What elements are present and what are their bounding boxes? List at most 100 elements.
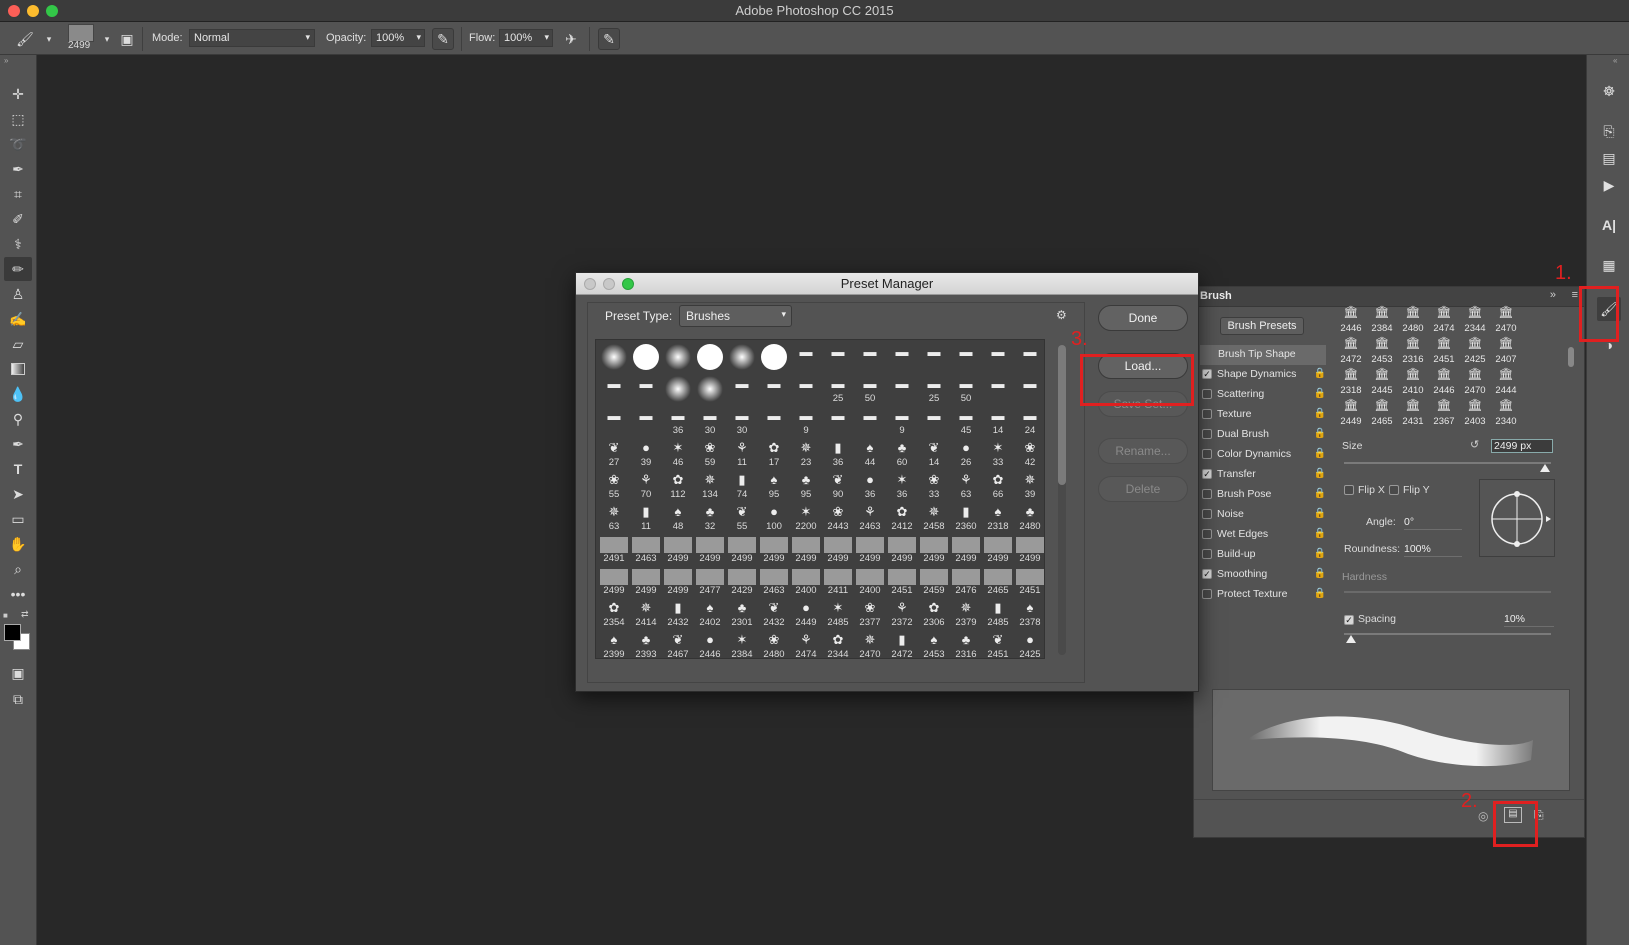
brush-preset-item[interactable]: 2499: [630, 567, 662, 599]
brush-preset-item[interactable]: ❀ 2443: [822, 503, 854, 535]
brush-preset-item[interactable]: ▬: [886, 343, 918, 375]
flip-y-checkbox[interactable]: [1389, 485, 1399, 495]
checkbox[interactable]: ✓: [1202, 569, 1212, 579]
roundness-input[interactable]: 100%: [1404, 543, 1462, 557]
foreground-color-swatch[interactable]: [4, 624, 21, 641]
quick-selection-tool-icon[interactable]: ✒: [4, 157, 32, 181]
brush-preset-item[interactable]: ▬ 36: [662, 407, 694, 439]
brush-tip-item[interactable]: 🏛 2451: [1428, 336, 1460, 367]
brush-preset-item[interactable]: 2499: [918, 535, 950, 567]
history-brush-tool-icon[interactable]: ✍: [4, 307, 32, 331]
brush-preset-item[interactable]: ▬ 30: [694, 407, 726, 439]
option-wet-edges[interactable]: Wet Edges 🔒: [1200, 525, 1326, 545]
lasso-tool-icon[interactable]: ➰: [4, 132, 32, 156]
option-protect-texture[interactable]: Protect Texture 🔒: [1200, 585, 1326, 605]
quick-mask-icon[interactable]: ▣: [4, 661, 32, 685]
brush-preset-item[interactable]: 2400: [854, 567, 886, 599]
brush-preset-item[interactable]: ▮ 2360: [950, 503, 982, 535]
brush-preset-item[interactable]: ♣ 32: [694, 503, 726, 535]
brush-preset-item[interactable]: ⚘ 2463: [854, 503, 886, 535]
brush-preset-item[interactable]: ✶ 46: [662, 439, 694, 471]
brush-preset-item[interactable]: 2499: [886, 535, 918, 567]
brush-preset-item[interactable]: ▮ 74: [726, 471, 758, 503]
brush-preset-item[interactable]: ● 2449: [790, 599, 822, 631]
size-slider-thumb[interactable]: [1540, 464, 1550, 472]
flow-field[interactable]: 100% ▾: [499, 29, 553, 47]
brush-preset-item[interactable]: 2411: [822, 567, 854, 599]
brush-preset-item[interactable]: ⚘ 70: [630, 471, 662, 503]
brush-preset-item[interactable]: ▬: [1014, 343, 1044, 375]
brush-preset-item[interactable]: 2499: [662, 535, 694, 567]
brush-preset-item[interactable]: 2451: [886, 567, 918, 599]
gradient-tool-icon[interactable]: [4, 357, 32, 381]
brush-preset-item[interactable]: 2499: [662, 567, 694, 599]
brush-preset-item[interactable]: ▬: [726, 375, 758, 407]
checkbox[interactable]: [1202, 549, 1212, 559]
brush-preset-item[interactable]: [694, 343, 726, 375]
collapse-arrows-icon[interactable]: «: [1613, 56, 1617, 65]
brush-tip-item[interactable]: 🏛 2407: [1490, 336, 1522, 367]
brush-preset-item[interactable]: 2499: [758, 535, 790, 567]
brush-tip-item[interactable]: 🏛 2449: [1335, 398, 1367, 429]
brush-preset-item[interactable]: ▬: [790, 343, 822, 375]
brush-preset-item[interactable]: ❦ 55: [726, 503, 758, 535]
brush-preset-item[interactable]: ▬: [854, 407, 886, 439]
angle-roundness-widget[interactable]: [1479, 479, 1555, 557]
pressure-size-icon[interactable]: ✎: [598, 28, 620, 50]
navigator-icon[interactable]: ☸: [1597, 79, 1621, 103]
brush-preset-item[interactable]: ♠ 44: [854, 439, 886, 471]
blur-tool-icon[interactable]: 💧: [4, 382, 32, 406]
rectangle-tool-icon[interactable]: ▭: [4, 507, 32, 531]
pen-tool-icon[interactable]: ✒: [4, 432, 32, 456]
brush-preset-item[interactable]: ▬: [950, 343, 982, 375]
brush-preset-item[interactable]: ▬ 9: [790, 407, 822, 439]
brush-preset-item[interactable]: [630, 343, 662, 375]
option-transfer[interactable]: ✓ Transfer 🔒: [1200, 465, 1326, 485]
brush-preset-item[interactable]: ▬ 30: [726, 407, 758, 439]
option-build-up[interactable]: Build-up 🔒: [1200, 545, 1326, 565]
lock-icon[interactable]: 🔒: [1314, 588, 1326, 599]
brush-preset-item[interactable]: 2451: [1014, 567, 1044, 599]
checkbox[interactable]: ✓: [1202, 369, 1212, 379]
brush-preset-item[interactable]: 2459: [918, 567, 950, 599]
brush-preset-item[interactable]: ▬: [982, 375, 1014, 407]
brush-preset-item[interactable]: ▬: [886, 375, 918, 407]
brush-preset-item[interactable]: ♠ 2399: [598, 631, 630, 658]
brush-preset-item[interactable]: ▬: [598, 375, 630, 407]
type-tool-icon[interactable]: T: [4, 457, 32, 481]
brush-preset-item[interactable]: ▬ 25: [822, 375, 854, 407]
brush-preset-item[interactable]: 2499: [854, 535, 886, 567]
size-slider-track[interactable]: [1344, 462, 1551, 464]
lock-icon[interactable]: 🔒: [1314, 428, 1326, 439]
brush-preset-item[interactable]: 2463: [630, 535, 662, 567]
brush-preset-item[interactable]: [662, 375, 694, 407]
lock-icon[interactable]: 🔒: [1314, 528, 1326, 539]
lock-icon[interactable]: 🔒: [1314, 448, 1326, 459]
brush-preset-item[interactable]: ✿ 2412: [886, 503, 918, 535]
opacity-field[interactable]: 100% ▾: [371, 29, 425, 47]
brush-preset-item[interactable]: [758, 343, 790, 375]
brush-preset-item[interactable]: 2499: [598, 567, 630, 599]
character-icon[interactable]: A|: [1597, 213, 1621, 237]
spacing-slider-thumb[interactable]: [1346, 635, 1356, 643]
panel-menu-icon[interactable]: ≡: [1572, 289, 1578, 301]
brush-preset-item[interactable]: [694, 375, 726, 407]
reset-size-icon[interactable]: ↺: [1470, 438, 1479, 451]
brush-preset-item[interactable]: ▮ 11: [630, 503, 662, 535]
brush-preset-item[interactable]: ▬ 50: [950, 375, 982, 407]
lock-icon[interactable]: 🔒: [1314, 548, 1326, 559]
rename-button[interactable]: Rename...: [1098, 438, 1188, 464]
checkbox[interactable]: ✓: [1202, 469, 1212, 479]
brush-preset-item[interactable]: ▬ 45: [950, 407, 982, 439]
brush-preset-item[interactable]: ♠ 2378: [1014, 599, 1044, 631]
expand-arrows-icon[interactable]: »: [1550, 289, 1556, 301]
checkbox[interactable]: [1202, 589, 1212, 599]
brush-preset-item[interactable]: ♠ 2453: [918, 631, 950, 658]
brush-tip-item[interactable]: 🏛 2480: [1397, 305, 1429, 336]
brush-preset-item[interactable]: ❀ 2480: [758, 631, 790, 658]
swap-colors-icon[interactable]: ⇄: [21, 609, 29, 620]
brush-preset-item[interactable]: 2476: [950, 567, 982, 599]
checkbox[interactable]: [1202, 449, 1212, 459]
brush-preset-item[interactable]: 2499: [822, 535, 854, 567]
brush-tip-item[interactable]: 🏛 2445: [1366, 367, 1398, 398]
